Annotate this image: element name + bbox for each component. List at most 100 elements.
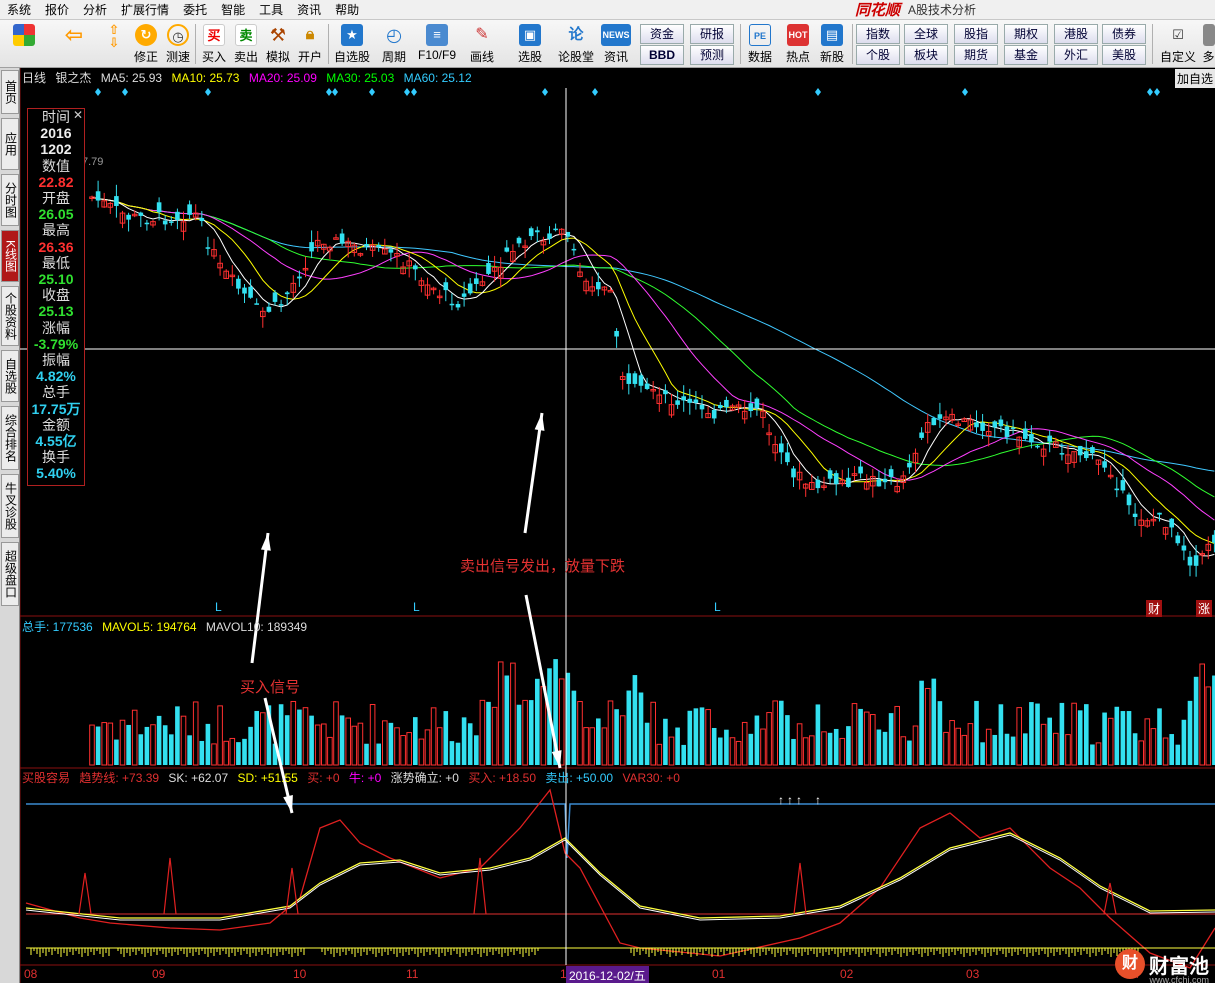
volume-bar (699, 707, 705, 765)
candle-body (1084, 451, 1089, 459)
kline-chart-area[interactable]: ↑ ↑ ↑ ↑ 日线 银之杰 MA5: 25.93 MA10: 25.73 MA20:… (20, 68, 1215, 983)
buy-button[interactable]: 买买入 (198, 22, 230, 66)
up-arrow: ↑ (787, 793, 793, 807)
fund2-button[interactable]: 基金 (1004, 45, 1048, 65)
forex-button[interactable]: 外汇 (1054, 45, 1098, 65)
rise-tag[interactable]: 涨 (1196, 600, 1213, 617)
tab-kline[interactable]: K线图 (1, 230, 19, 282)
menu-quote[interactable]: 报价 (38, 0, 76, 20)
candle-body (205, 247, 211, 249)
draw-button[interactable]: ✎ 画线 (466, 22, 498, 66)
individual-button[interactable]: 个股 (856, 45, 900, 65)
research-button[interactable]: 研报 (690, 24, 734, 44)
sector-button[interactable]: 板块 (904, 45, 948, 65)
close-icon[interactable]: ✕ (73, 108, 83, 122)
period-label: 周期 (381, 50, 406, 64)
candle-body (376, 245, 381, 248)
futures-button[interactable]: 期货 (954, 45, 998, 65)
data-window[interactable]: ✕ 时间 2016 1202 数值 22.82 开盘 26.05 最高 26.36 最低 25.10… (27, 108, 85, 486)
signal-spike (793, 862, 807, 915)
tab-super-panel[interactable]: 超级盘口 (1, 542, 19, 606)
newstock-button[interactable]: ▤ 新股 (816, 22, 848, 66)
tab-timeshare[interactable]: 分时图 (1, 174, 19, 226)
candle-body (1175, 535, 1181, 544)
menu-analysis[interactable]: 分析 (76, 0, 114, 20)
menu-news[interactable]: 资讯 (290, 0, 328, 20)
data-window-key: 总手 (42, 384, 70, 401)
left-tab-bar: 首页 应用 分时图 K线图 个股资料 自选股 综合排名 牛叉诊股 超级盘口 (0, 68, 20, 983)
customize-icon: ☑ (1172, 27, 1184, 42)
data-window-key: 开盘 (42, 190, 70, 207)
diamond-marker (411, 88, 417, 96)
back-button[interactable]: ⇦ (58, 22, 90, 66)
candle-body (699, 404, 705, 410)
period-button[interactable]: ◴ 周期 (378, 22, 410, 66)
watchlist-button[interactable]: ★ 自选股 (334, 22, 370, 66)
bbd-button[interactable]: BBD (640, 45, 684, 65)
volume-bar (589, 727, 596, 766)
fund-button[interactable]: 资金 (640, 24, 684, 44)
volume-bar (924, 687, 931, 766)
finance-tag[interactable]: 财 (1146, 600, 1163, 617)
select-stock-button[interactable]: ▣ 选股 (514, 22, 546, 66)
menu-extended[interactable]: 扩展行情 (114, 0, 176, 20)
volume-bar (729, 737, 736, 766)
menu-trade[interactable]: 委托 (176, 0, 214, 20)
ma10-path (91, 196, 1215, 544)
us-stock-button[interactable]: 美股 (1102, 45, 1146, 65)
forecast-button[interactable]: 预测 (690, 45, 734, 65)
volume-bar (169, 734, 174, 765)
candle-body (607, 289, 614, 293)
chart-canvas[interactable]: ↑ ↑ ↑ ↑ (20, 68, 1215, 983)
tab-home[interactable]: 首页 (1, 70, 19, 114)
volume-bar (535, 678, 540, 765)
tab-stock-info[interactable]: 个股资料 (1, 286, 19, 346)
forum-button[interactable]: 论论股堂 (556, 22, 596, 66)
tab-diagnosis[interactable]: 牛叉诊股 (1, 474, 19, 538)
tab-ranking[interactable]: 综合排名 (1, 406, 19, 470)
more-button[interactable]: 多 (1202, 22, 1215, 66)
volume-bar (693, 708, 699, 765)
var30-value: VAR30: +0 (622, 771, 680, 785)
up-arrow: ↑ (778, 793, 784, 807)
add-watchlist-button[interactable]: 加自选 (1174, 69, 1215, 88)
tab-watchlist[interactable]: 自选股 (1, 350, 19, 402)
volume-bar (809, 735, 815, 766)
option-button[interactable]: 期权 (1004, 24, 1048, 44)
candlesticks (89, 180, 1215, 577)
volume-bar (779, 700, 784, 765)
index-button[interactable]: 指数 (856, 24, 900, 44)
diamond-marker (95, 88, 101, 96)
volume-bar (528, 700, 534, 765)
volume-bar (1004, 733, 1010, 765)
tab-apps[interactable]: 应用 (1, 118, 19, 170)
menu-help[interactable]: 帮助 (328, 0, 366, 20)
menu-tools[interactable]: 工具 (252, 0, 290, 20)
bond-button[interactable]: 债券 (1102, 24, 1146, 44)
simulate-label: 模拟 (265, 50, 290, 64)
volume-bar (1126, 711, 1132, 765)
indicator-name: 买股容易 (22, 771, 71, 785)
stock-index-button[interactable]: 股指 (954, 24, 998, 44)
hk-button[interactable]: 港股 (1054, 24, 1098, 44)
f10-button[interactable]: ≡ F10/F9 (416, 22, 458, 66)
layout-button[interactable] (8, 22, 40, 66)
menu-smart[interactable]: 智能 (214, 0, 252, 20)
info-button[interactable]: NEWS 资讯 (600, 22, 632, 66)
volume-bar (436, 727, 443, 766)
volume-bar (1023, 733, 1028, 765)
ma5-value: MA5: 25.93 (100, 71, 163, 85)
speedtest-button[interactable]: ◷ 测速 (162, 22, 194, 66)
open-account-button[interactable]: 🔒︎ 开户 (294, 22, 326, 66)
mavol10: MAVOL10: 189349 (205, 620, 308, 634)
nav-updown[interactable]: ⇧ ⇩ (100, 22, 128, 66)
global-button[interactable]: 全球 (904, 24, 948, 44)
menu-system[interactable]: 系统 (0, 0, 38, 20)
candle-body (455, 304, 461, 308)
customize-button[interactable]: ☑ 自定义 (1158, 22, 1198, 66)
sell-button[interactable]: 卖卖出 (230, 22, 262, 66)
hot-button[interactable]: HOT 热点 (782, 22, 814, 66)
simulate-button[interactable]: ⚒ 模拟 (262, 22, 294, 66)
data-button[interactable]: PE 数据 (744, 22, 776, 66)
revise-button[interactable]: ↻ 修正 (130, 22, 162, 66)
